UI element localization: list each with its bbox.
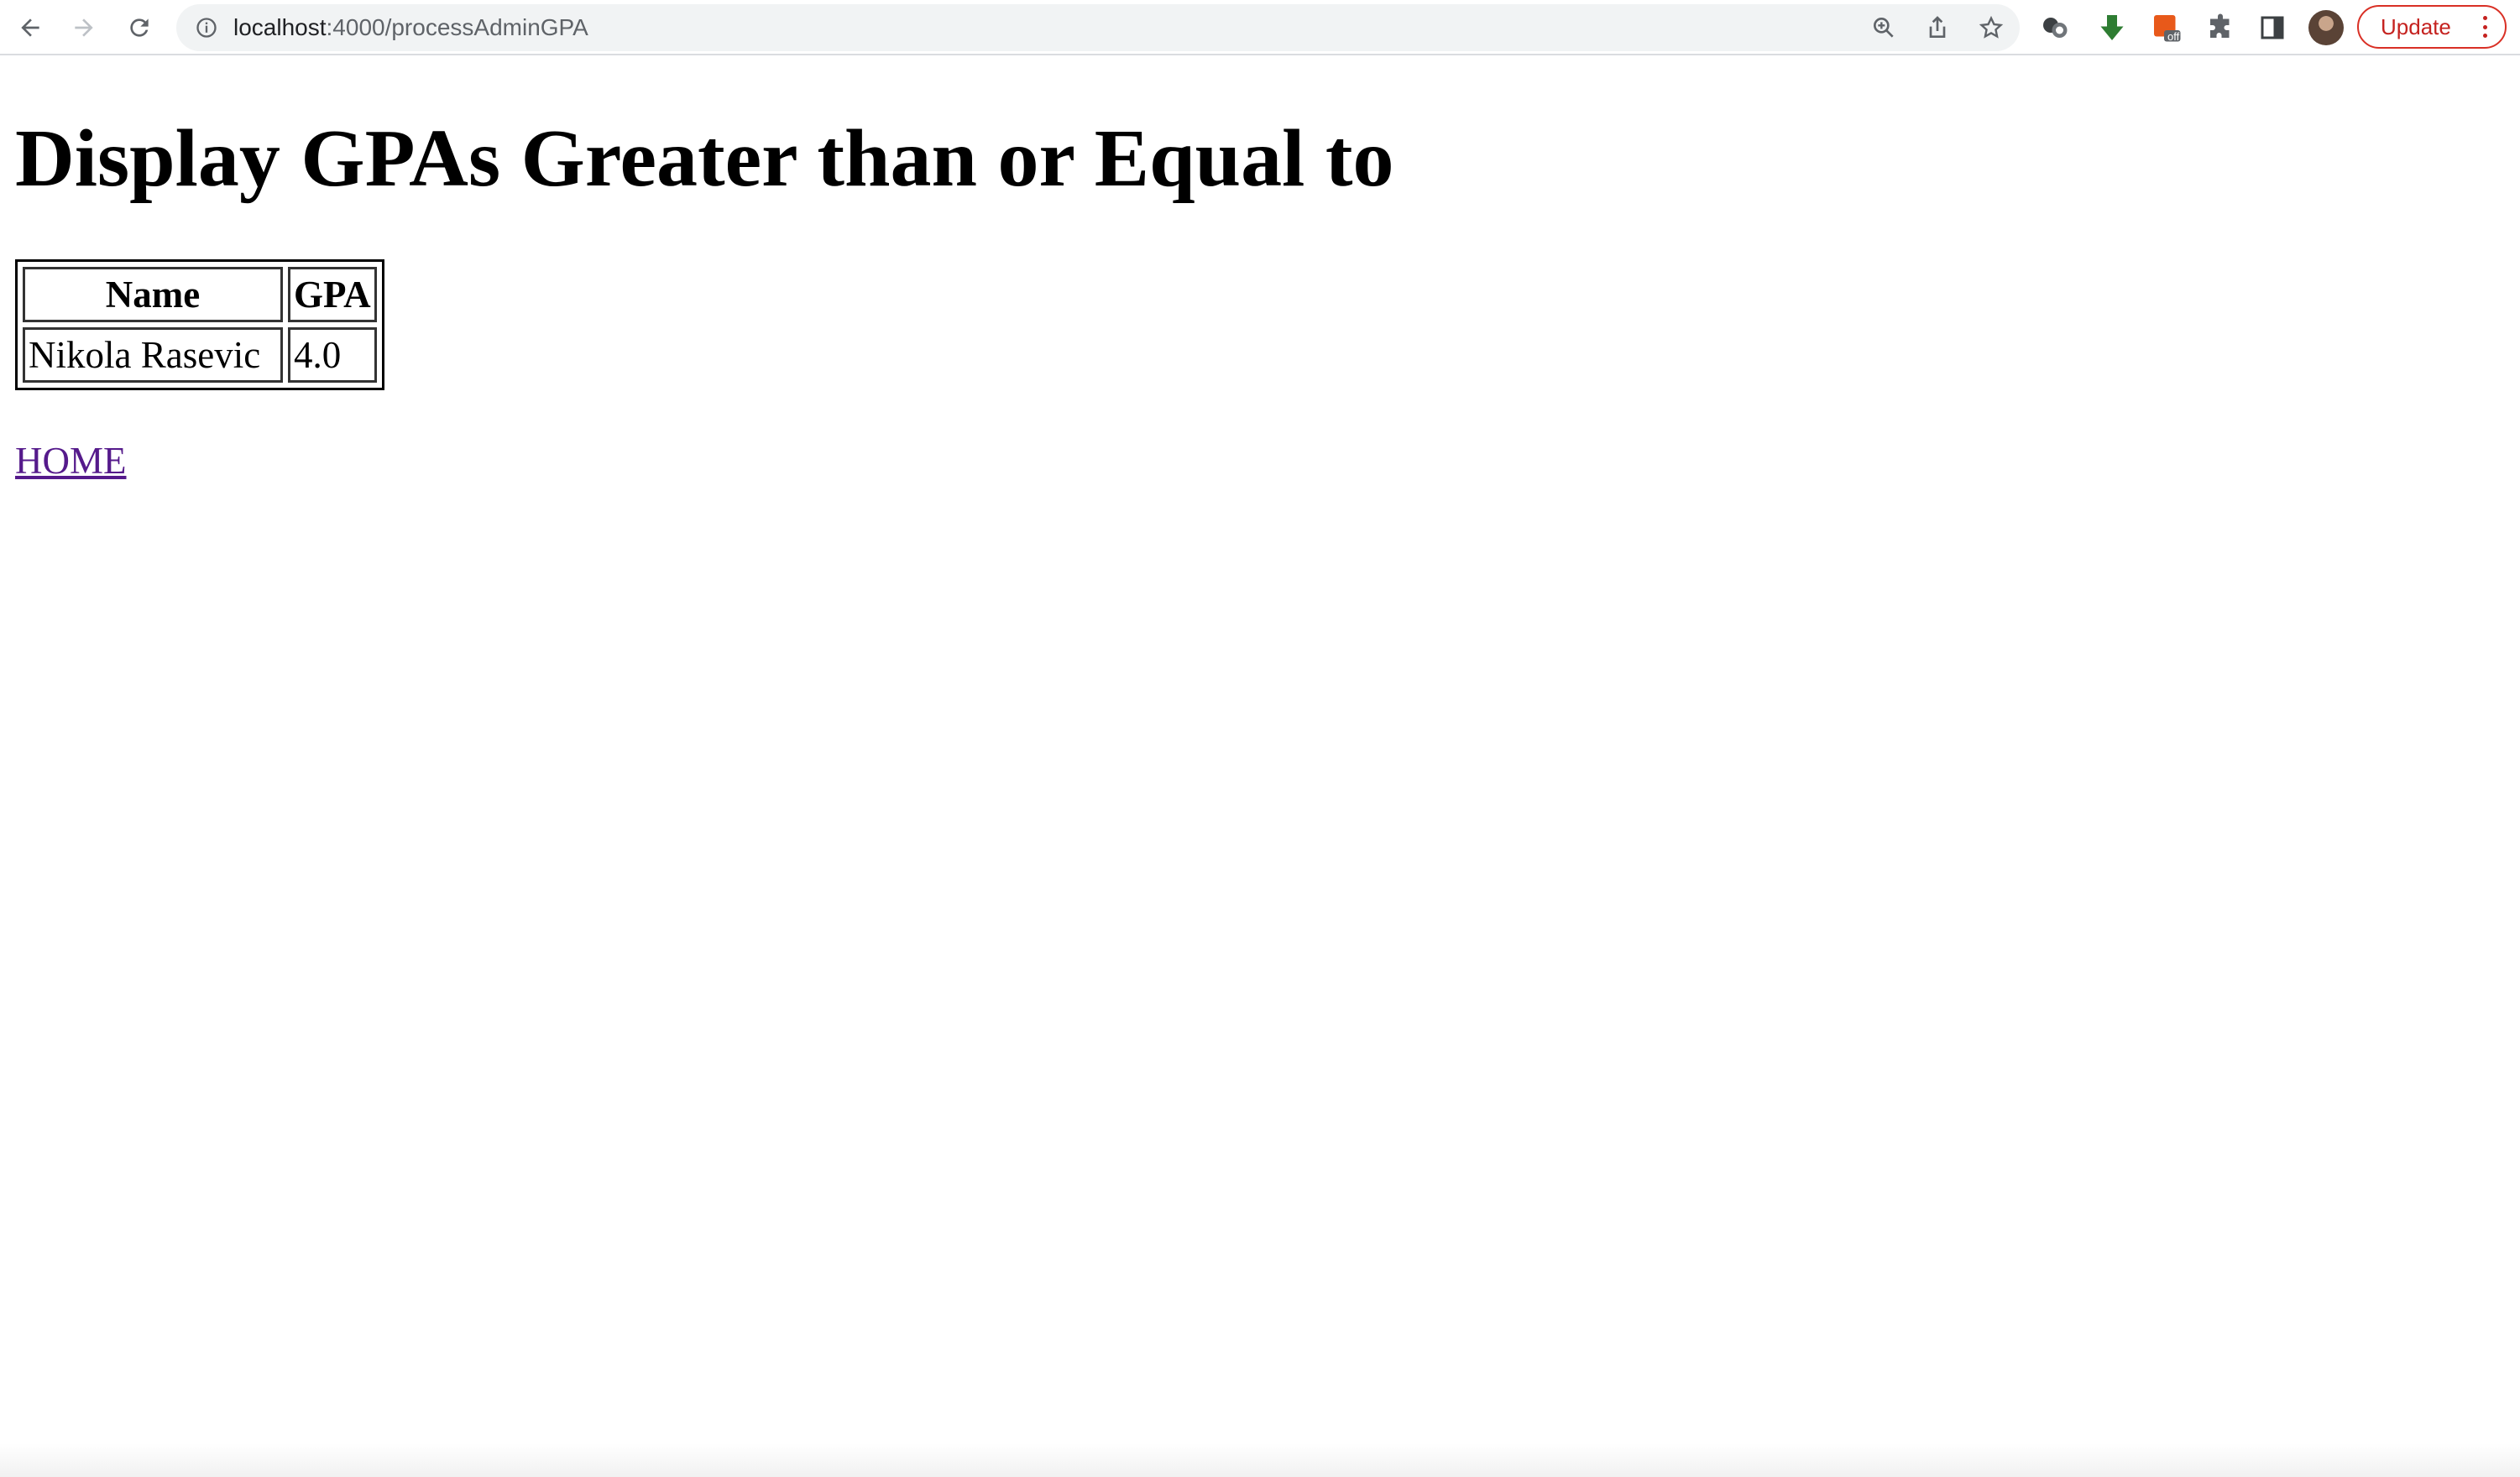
browser-toolbar: localhost:4000/processAdminGPA off Updat…: [0, 0, 2520, 55]
arrow-left-icon: [21, 18, 39, 37]
update-button[interactable]: Update: [2357, 5, 2507, 49]
reload-button[interactable]: [119, 8, 159, 48]
share-icon[interactable]: [1924, 14, 1951, 41]
back-button[interactable]: [10, 8, 50, 48]
page-title: Display GPAs Greater than or Equal to: [15, 113, 1394, 204]
more-vertical-icon: [2483, 16, 2488, 38]
table-row: Nikola Rasevic 4.0: [23, 327, 377, 383]
puzzle-icon: [2210, 13, 2230, 38]
extensions-button[interactable]: [2204, 12, 2236, 44]
column-header-name: Name: [23, 267, 283, 322]
page-content: Display GPAs Greater than or Equal to Na…: [0, 57, 2520, 1477]
url-host: localhost: [233, 14, 327, 40]
side-panel-button[interactable]: [2256, 12, 2288, 44]
column-header-gpa: GPA: [288, 267, 377, 322]
cell-gpa: 4.0: [288, 327, 377, 383]
orange-extension-button[interactable]: off: [2151, 12, 2183, 44]
extension-circles-button[interactable]: [2040, 12, 2072, 44]
download-arrow-icon: [2100, 15, 2124, 40]
zoom-icon[interactable]: [1870, 14, 1897, 41]
home-link[interactable]: HOME: [15, 439, 127, 483]
url-text: localhost:4000/processAdminGPA: [233, 4, 588, 51]
reload-icon: [130, 18, 149, 37]
url-path: :4000/processAdminGPA: [326, 14, 588, 40]
gpa-table: Name GPA Nikola Rasevic 4.0: [15, 259, 384, 390]
profile-avatar[interactable]: [2308, 10, 2344, 45]
star-icon[interactable]: [1978, 14, 2005, 41]
address-bar[interactable]: localhost:4000/processAdminGPA: [176, 4, 2020, 51]
side-panel-icon: [2261, 16, 2284, 39]
download-extension-button[interactable]: [2096, 12, 2128, 44]
extension-circles-icon: [2043, 18, 2068, 38]
arrow-right-icon: [75, 18, 93, 37]
table-header-row: Name GPA: [23, 267, 377, 322]
cell-name: Nikola Rasevic: [23, 327, 283, 383]
update-label: Update: [2381, 14, 2451, 39]
bottom-shadow: [0, 1443, 2520, 1477]
extension-badge: off: [2167, 30, 2180, 43]
info-icon[interactable]: [195, 16, 218, 39]
forward-button[interactable]: [64, 8, 104, 48]
